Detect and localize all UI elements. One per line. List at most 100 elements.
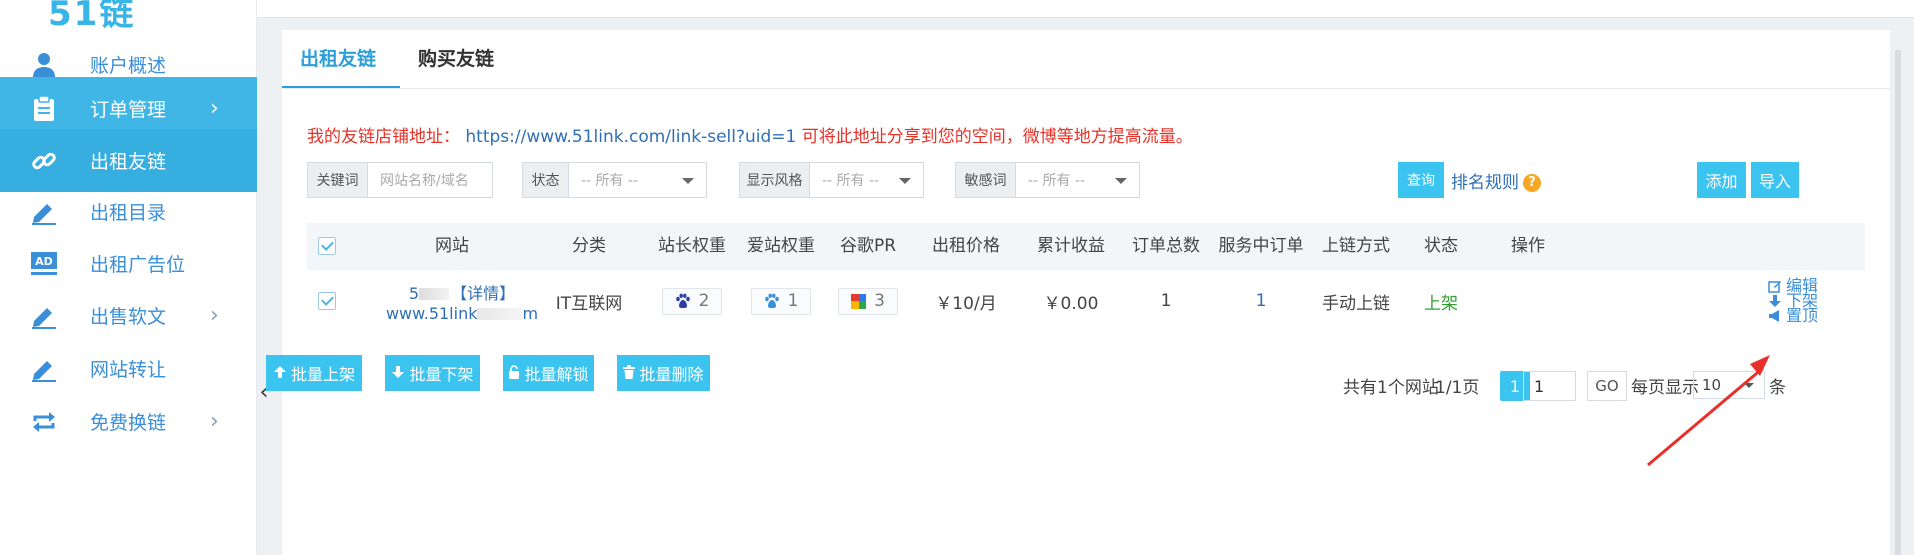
pager-pages: 1/1页 — [1435, 378, 1480, 398]
chinaz-weight-badge: 2 — [662, 287, 722, 315]
link-method-cell: 手动上链 — [1322, 293, 1390, 314]
select-all-checkbox[interactable] — [318, 237, 336, 255]
chevron-right-icon: › — [210, 409, 219, 434]
pen-icon — [30, 198, 58, 226]
import-button[interactable]: 导入 — [1751, 162, 1799, 198]
sidebar: 51链 账户概述 订单管理 › 出租友链 出租目录 AD 出租广告位 出售软文 … — [0, 0, 257, 555]
trash-icon — [623, 364, 636, 383]
chevron-right-icon: › — [210, 96, 219, 121]
keyword-input[interactable]: 网站名称/域名 — [368, 163, 492, 197]
sidebar-item-label: 订单管理 — [90, 99, 167, 121]
go-button[interactable]: GO — [1587, 371, 1627, 401]
style-select[interactable]: -- 所有 -- — [810, 163, 923, 197]
column-header: 出租价格 — [932, 236, 1000, 256]
link-icon — [30, 147, 58, 175]
shop-url-link[interactable]: https://www.51link.com/link-sell?uid=1 — [465, 127, 796, 147]
arrow-down-icon — [1769, 294, 1781, 307]
sidebar-item-label: 出租目录 — [90, 202, 167, 224]
sidebar-item-free-link-exchange[interactable]: 免费换链 › — [0, 390, 257, 453]
sidebar-item-label: 出售软文 — [90, 306, 167, 328]
site-name[interactable]: 5 【详情】 — [409, 280, 515, 304]
sensitive-select[interactable]: -- 所有 -- — [1016, 163, 1139, 197]
earnings-cell: ￥0.00 — [1043, 293, 1099, 314]
shop-url-suffix: 可将此地址分享到您的空间，微博等地方提高流量。 — [801, 127, 1193, 147]
per-page-unit: 条 — [1769, 378, 1786, 398]
chevron-down-icon — [899, 178, 911, 184]
top-header — [257, 0, 1914, 18]
unlock-icon — [508, 364, 520, 383]
add-button[interactable]: 添加 — [1697, 162, 1746, 198]
pager-total: 共有1个网站 — [1343, 378, 1439, 398]
paw-icon — [675, 293, 691, 309]
bulk-unlock-button[interactable]: 批量解锁 — [503, 355, 594, 391]
table-header: 网站 分类 站长权重 爱站权重 谷歌PR 出租价格 累计收益 订单总数 服务中订… — [307, 223, 1865, 270]
column-header: 操作 — [1511, 236, 1545, 256]
per-page-select[interactable]: 10 — [1693, 371, 1765, 399]
row-checkbox[interactable] — [318, 292, 336, 310]
shop-url-line: 我的友链店铺地址： https://www.51link.com/link-se… — [307, 122, 1193, 147]
site-detail-link[interactable]: 【详情】 — [451, 284, 515, 303]
pin-top-action[interactable]: 置顶 — [1768, 306, 1819, 325]
ad-icon: AD — [30, 250, 58, 278]
rank-rule-label: 排名规则 — [1451, 173, 1519, 193]
sidebar-item-label: 免费换链 — [90, 412, 167, 434]
help-icon[interactable]: ? — [1523, 174, 1541, 192]
bulk-off-shelf-label: 批量下架 — [409, 365, 474, 384]
shop-url-prefix: 我的友链店铺地址： — [307, 127, 460, 147]
sidebar-item-label: 出租广告位 — [90, 254, 186, 276]
site-cell: 5 【详情】 www.51link m — [386, 270, 538, 332]
column-header: 分类 — [572, 236, 606, 256]
chinaz-weight-value: 2 — [698, 291, 710, 311]
column-header: 订单总数 — [1132, 236, 1200, 256]
clipboard-icon — [30, 95, 58, 123]
chevron-right-icon: › — [210, 303, 219, 328]
pen-icon — [30, 355, 58, 383]
price-cell: ￥10/月 — [935, 293, 997, 314]
blurred-text — [477, 308, 523, 320]
logo: 51链 — [48, 0, 136, 34]
per-page-value: 10 — [1702, 376, 1722, 394]
style-filter: 显示风格 -- 所有 -- — [739, 162, 924, 198]
orders-active-cell[interactable]: 1 — [1211, 270, 1311, 332]
google-pr-badge: 3 — [838, 287, 898, 315]
chinaz-weight-cell: 2 — [649, 270, 735, 332]
column-header: 谷歌PR — [839, 236, 897, 256]
row-actions: 编辑 下架 置顶 — [1768, 278, 1819, 325]
svg-text:AD: AD — [35, 255, 53, 268]
bulk-unlock-label: 批量解锁 — [524, 365, 589, 384]
table-row: 5 【详情】 www.51link m IT互联网 2 1 3 ￥10/月 ￥0… — [307, 270, 1865, 332]
scrollbar[interactable] — [1895, 50, 1901, 555]
style-label: 显示风格 — [740, 163, 810, 197]
tab-rent-links[interactable]: 出租友链 — [300, 44, 376, 71]
status-cell: 上架 — [1424, 293, 1458, 314]
megaphone-icon — [1769, 309, 1779, 322]
column-header: 累计收益 — [1037, 236, 1105, 256]
bulk-off-shelf-button[interactable]: 批量下架 — [385, 355, 480, 391]
google-pr-cell: 3 — [825, 270, 911, 332]
site-domain-head: www.51link — [385, 303, 478, 323]
rank-rule-link[interactable]: 排名规则? — [1451, 168, 1541, 193]
category-cell: IT互联网 — [555, 293, 623, 314]
column-header: 状态 — [1424, 236, 1458, 256]
column-header: 站长权重 — [658, 236, 726, 256]
sidebar-item-label: 出租友链 — [90, 151, 167, 173]
column-header: 网站 — [435, 236, 469, 256]
status-filter: 状态 -- 所有 -- — [522, 162, 707, 198]
orders-total-cell: 1 — [1160, 291, 1172, 311]
sensitive-select-value: -- 所有 -- — [1028, 173, 1086, 189]
google-pr-value: 3 — [874, 291, 885, 311]
swap-icon — [30, 408, 58, 436]
goto-page-input[interactable]: 1 — [1523, 371, 1576, 401]
status-select[interactable]: -- 所有 -- — [569, 163, 706, 197]
aizhan-weight-badge: 1 — [751, 287, 811, 315]
divider — [282, 88, 1890, 89]
column-header: 服务中订单 — [1218, 236, 1304, 256]
query-button[interactable]: 查询 — [1398, 162, 1444, 198]
site-domain[interactable]: www.51link m — [386, 304, 538, 323]
tab-buy-links[interactable]: 购买友链 — [418, 44, 494, 71]
sensitive-filter: 敏感词 -- 所有 -- — [955, 162, 1140, 198]
pin-top-label: 置顶 — [1786, 306, 1819, 325]
sidebar-item-label: 网站转让 — [90, 359, 167, 381]
bulk-delete-button[interactable]: 批量删除 — [617, 355, 710, 391]
bulk-on-shelf-button[interactable]: 批量上架 — [266, 355, 362, 391]
